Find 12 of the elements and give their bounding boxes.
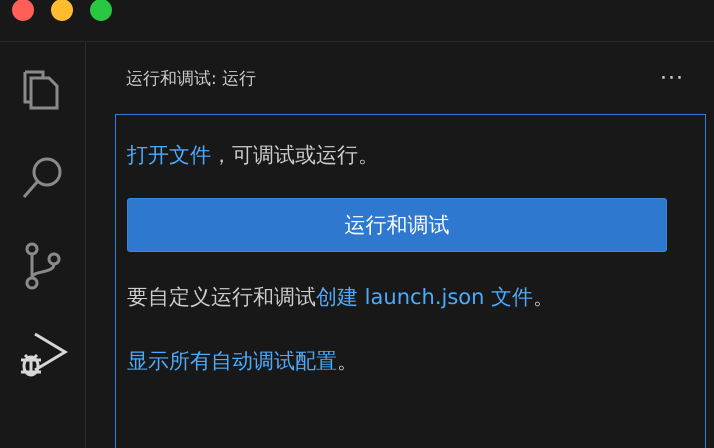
link[interactable]: 显示所有自动调试配置 [127,349,337,373]
hint-text: 要自定义运行和调试创建 launch.json 文件。 [127,284,556,311]
more-actions-button[interactable]: ··· [660,66,684,90]
sidebar-title: 运行和调试: 运行 [126,68,256,90]
maximize-icon[interactable] [90,0,112,21]
link[interactable]: 创建 launch.json 文件 [316,285,534,309]
hint-text: 打开文件，可调试或运行。 [127,142,380,169]
hint-text: 显示所有自动调试配置。 [127,348,359,375]
minimize-icon[interactable] [51,0,73,21]
link[interactable]: 打开文件 [127,143,211,167]
run-and-debug-button[interactable]: 运行和调试 [127,198,667,252]
close-icon[interactable] [12,0,34,21]
